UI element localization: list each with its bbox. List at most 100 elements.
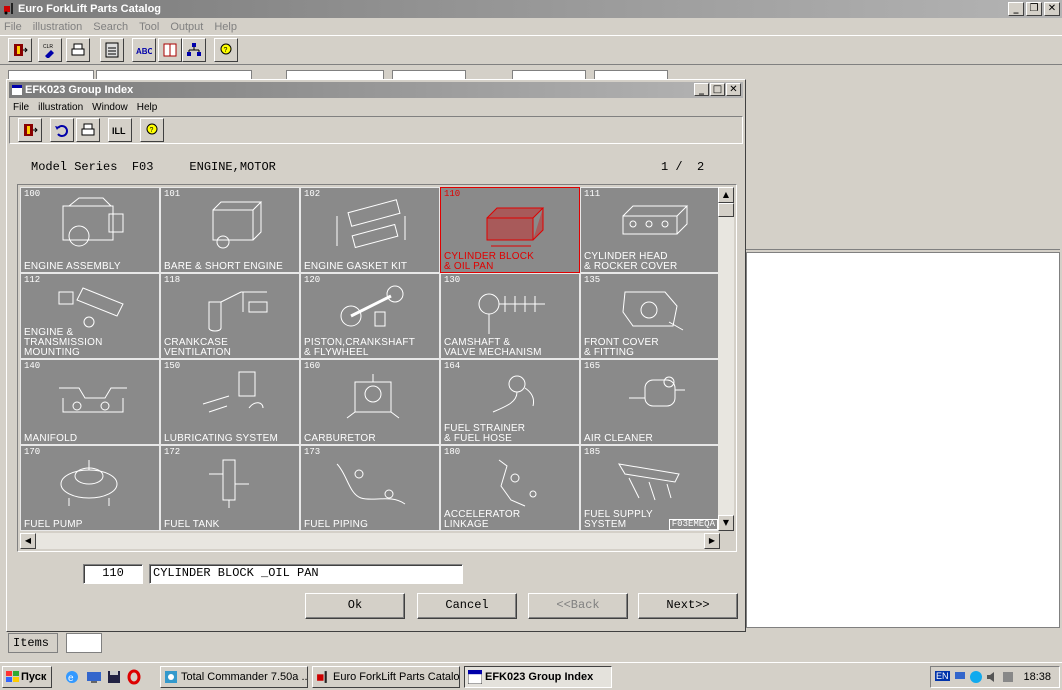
group-cell-170[interactable]: 170 FUEL PUMP — [20, 445, 160, 531]
tree-button[interactable] — [182, 38, 206, 62]
desktop-icon[interactable] — [86, 669, 102, 685]
back-button[interactable]: <<Back — [528, 593, 628, 619]
group-label: LUBRICATING SYSTEM — [164, 433, 278, 444]
scroll-up-button[interactable]: ▲ — [718, 187, 734, 203]
help-button[interactable]: ? — [214, 38, 238, 62]
group-cell-172[interactable]: 172 FUEL TANK — [160, 445, 300, 531]
group-cell-140[interactable]: 140 MANIFOLD — [20, 359, 160, 445]
ok-button[interactable]: Ok — [305, 593, 405, 619]
scroll-right-button[interactable]: ▶ — [704, 533, 720, 549]
part-illustration-icon — [486, 207, 545, 247]
printer-icon — [81, 123, 95, 136]
part-illustration-icon — [340, 285, 404, 327]
group-code: 185 — [584, 447, 601, 457]
opera-icon[interactable] — [126, 669, 142, 685]
inner-minimize-button[interactable]: _ — [694, 83, 709, 96]
window-icon — [12, 85, 22, 95]
tray-network-icon[interactable] — [953, 670, 967, 684]
start-button[interactable]: Пуск — [2, 666, 52, 688]
inner-print-button[interactable] — [76, 118, 100, 142]
inner-exit-button[interactable] — [18, 118, 42, 142]
group-label: CAMSHAFT & VALVE MECHANISM — [444, 337, 542, 358]
group-code-field[interactable]: 110 — [83, 564, 143, 584]
group-cell-185[interactable]: 185 FUEL SUPPLY SYSTEM F03EMEQA — [580, 445, 720, 531]
inner-close-button[interactable]: ✕ — [726, 83, 741, 96]
group-cell-160[interactable]: 160 CARBURETOR — [300, 359, 440, 445]
floppy-icon[interactable] — [106, 669, 122, 685]
inner-menu-window[interactable]: Window — [92, 102, 128, 113]
restore-button[interactable]: ❐ — [1026, 2, 1042, 16]
close-button[interactable]: ✕ — [1044, 2, 1060, 16]
scroll-down-button[interactable]: ▼ — [718, 515, 734, 531]
print-button[interactable] — [66, 38, 90, 62]
cancel-button[interactable]: Cancel — [417, 593, 517, 619]
abc-button[interactable]: ABC — [132, 38, 156, 62]
language-indicator[interactable]: EN — [935, 671, 950, 681]
group-cell-112[interactable]: 112 ENGINE & TRANSMISSION MOUNTING — [20, 273, 160, 359]
menu-file[interactable]: File — [4, 21, 22, 33]
next-button[interactable]: Next>> — [638, 593, 738, 619]
menu-help[interactable]: Help — [214, 21, 237, 33]
group-cell-101[interactable]: 101 BARE & SHORT ENGINE — [160, 187, 300, 273]
illustration-code-stamp: F03EMEQA — [668, 519, 718, 530]
group-name-field[interactable]: CYLINDER BLOCK _OIL PAN — [149, 564, 463, 584]
clear-button[interactable]: CLR — [38, 38, 62, 62]
calculator-button[interactable] — [100, 38, 124, 62]
group-cell-100[interactable]: 100 ENGINE ASSEMBLY — [20, 187, 160, 273]
part-illustration-icon — [336, 199, 406, 249]
group-label: BARE & SHORT ENGINE — [164, 261, 284, 272]
group-label: FUEL SUPPLY SYSTEM — [584, 509, 653, 530]
illustration-button[interactable]: ILL — [108, 118, 132, 142]
tray-volume-icon[interactable] — [985, 670, 999, 684]
tray-security-icon[interactable] — [1001, 670, 1015, 684]
inner-menu-illustration[interactable]: illustration — [38, 102, 83, 113]
inner-menu-help[interactable]: Help — [137, 102, 158, 113]
group-cell-180[interactable]: 180 ACCELERATOR LINKAGE — [440, 445, 580, 531]
svg-text:ABC: ABC — [136, 47, 152, 56]
group-cell-164[interactable]: 164 FUEL STRAINER & FUEL HOSE — [440, 359, 580, 445]
group-cell-130[interactable]: 130 CAMSHAFT & VALVE MECHANISM — [440, 273, 580, 359]
vertical-scrollbar[interactable]: ▲ ▼ — [718, 187, 734, 531]
clock: 18:38 — [1023, 671, 1051, 683]
group-cell-135[interactable]: 135 FRONT COVER & FITTING — [580, 273, 720, 359]
windows-logo-icon — [6, 671, 19, 682]
menu-output[interactable]: Output — [170, 21, 203, 33]
part-illustration-icon — [59, 387, 127, 413]
group-cell-120[interactable]: 120 PISTON,CRANKSHAFT & FLYWHEEL — [300, 273, 440, 359]
taskbar-euro-forklift[interactable]: Euro ForkLift Parts Catalog — [312, 666, 460, 688]
inner-menu-file[interactable]: File — [13, 102, 29, 113]
group-cell-173[interactable]: 173 FUEL PIPING — [300, 445, 440, 531]
part-illustration-icon — [629, 376, 685, 407]
undo-button[interactable] — [50, 118, 74, 142]
group-code: 101 — [164, 189, 181, 199]
tray-skype-icon[interactable] — [969, 670, 983, 684]
group-cell-102[interactable]: 102 ENGINE GASKET KIT — [300, 187, 440, 273]
taskbar-group-index[interactable]: EFK023 Group Index — [464, 666, 612, 688]
exit-button[interactable] — [8, 38, 32, 62]
inner-help-button[interactable]: ? — [140, 118, 164, 142]
group-cell-111[interactable]: 111 CYLINDER HEAD & ROCKER COVER — [580, 187, 720, 273]
inner-maximize-button[interactable]: □ — [710, 83, 725, 96]
group-label: ENGINE & TRANSMISSION MOUNTING — [24, 327, 103, 358]
horizontal-scrollbar[interactable]: ◀ ▶ — [20, 533, 720, 549]
group-cell-150[interactable]: 150 LUBRICATING SYSTEM — [160, 359, 300, 445]
book-button[interactable] — [158, 38, 182, 62]
group-label: CYLINDER HEAD & ROCKER COVER — [584, 251, 678, 272]
menu-illustration[interactable]: illustration — [33, 21, 83, 33]
menu-search[interactable]: Search — [93, 21, 128, 33]
scroll-thumb[interactable] — [718, 203, 734, 217]
taskbar-total-commander[interactable]: Total Commander 7.50a ... — [160, 666, 308, 688]
ie-icon[interactable]: e — [64, 669, 80, 685]
scroll-left-button[interactable]: ◀ — [20, 533, 36, 549]
group-cell-165[interactable]: 165 AIR CLEANER — [580, 359, 720, 445]
group-cell-110[interactable]: 110 CYLINDER BLOCK & OIL PAN — [440, 187, 580, 273]
menu-tool[interactable]: Tool — [139, 21, 159, 33]
minimize-button[interactable]: _ — [1008, 2, 1024, 16]
part-illustration-icon — [622, 291, 684, 331]
svg-text:?: ? — [150, 127, 154, 134]
group-cell-118[interactable]: 118 CRANKCASE VENTILATION — [160, 273, 300, 359]
group-grid: 100 ENGINE ASSEMBLY 101 BARE & SHORT ENGINE… — [20, 187, 720, 531]
group-label: CARBURETOR — [304, 433, 376, 444]
illustration-icon: ILL — [112, 126, 126, 136]
group-code: 160 — [304, 361, 321, 371]
